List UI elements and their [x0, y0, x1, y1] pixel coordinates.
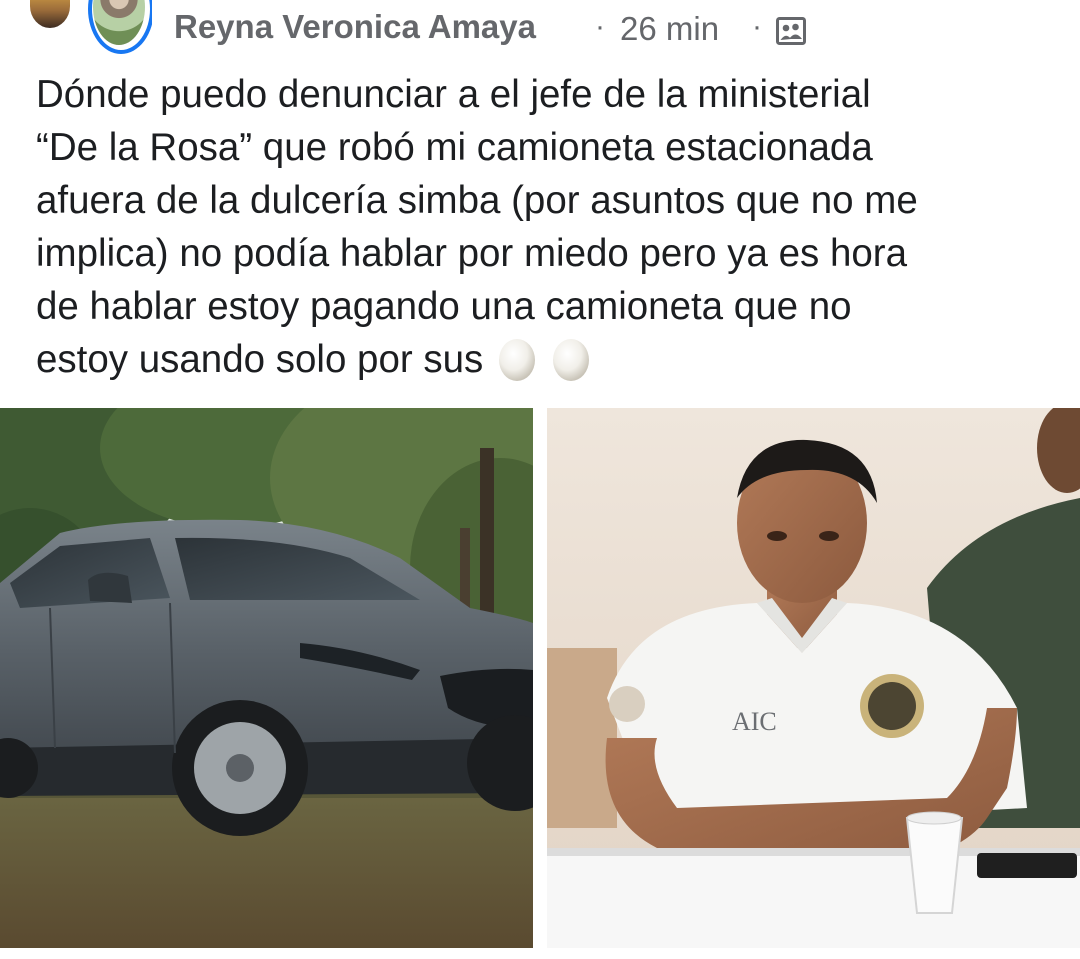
- post-text-line: Dónde puedo denunciar a el jefe de la mi…: [36, 73, 871, 116]
- separator-dot: ·: [752, 10, 762, 43]
- facebook-post: Reyna Veronica Amaya · 26 min · Dónde pu…: [0, 0, 1080, 959]
- shirt-text: AIC: [732, 707, 777, 736]
- post-text-line-last: estoy usando solo por sus: [36, 333, 1066, 386]
- post-header: Reyna Veronica Amaya · 26 min ·: [0, 0, 1080, 62]
- post-text-line: “De la Rosa” que robó mi camioneta estac…: [36, 126, 873, 169]
- gray-suv-photo[interactable]: [0, 408, 533, 948]
- post-text-line: estoy usando solo por sus: [36, 338, 484, 381]
- separator-dot: ·: [595, 10, 605, 43]
- author-name[interactable]: Reyna Veronica Amaya: [174, 8, 536, 46]
- post-timestamp[interactable]: 26 min: [620, 10, 719, 48]
- egg-emoji: [497, 334, 537, 382]
- post-text-line: implica) no podía hablar por miedo pero …: [36, 232, 908, 275]
- man-white-polo-photo[interactable]: AIC: [547, 408, 1080, 948]
- avatar[interactable]: [30, 0, 152, 58]
- egg-emoji: [551, 334, 591, 382]
- post-text-line: de hablar estoy pagando una camioneta qu…: [36, 285, 852, 328]
- avatar-cropped-image: [30, 0, 70, 28]
- post-text: Dónde puedo denunciar a el jefe de la mi…: [36, 68, 1066, 386]
- friends-of-friends-icon[interactable]: [776, 17, 806, 45]
- post-text-line: afuera de la dulcería simba (por asuntos…: [36, 179, 918, 222]
